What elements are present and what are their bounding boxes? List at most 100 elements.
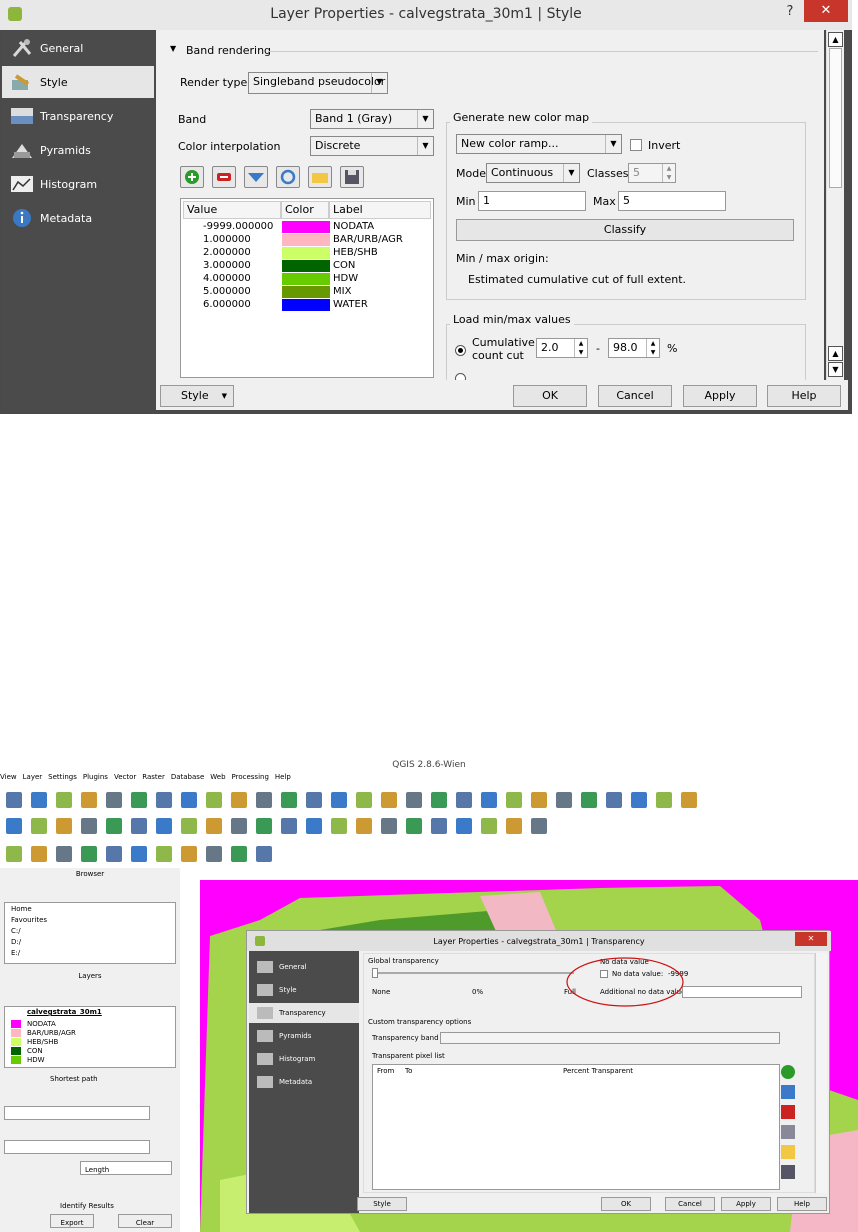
remove-value-icon[interactable] — [781, 1105, 795, 1119]
toolbar-tool-icon[interactable] — [581, 792, 597, 808]
browser-item[interactable]: E:/ — [11, 949, 20, 957]
toolbar-tool-icon[interactable] — [131, 818, 147, 834]
toolbar-tool-icon[interactable] — [506, 792, 522, 808]
cumulative-radio[interactable] — [455, 345, 466, 356]
toolbar-tool-icon[interactable] — [81, 792, 97, 808]
table-row[interactable]: 5.000000 MIX — [181, 286, 433, 299]
column-header-color[interactable]: Color — [281, 201, 329, 219]
color-swatch[interactable] — [282, 286, 330, 298]
column-header-label[interactable]: Label — [329, 201, 431, 219]
dialog-scrollbar[interactable] — [815, 953, 827, 1193]
toolbar-tool-icon[interactable] — [106, 818, 122, 834]
toolbar-tool-icon[interactable] — [556, 792, 572, 808]
add-entry-button[interactable] — [180, 166, 204, 188]
toolbar-tool-icon[interactable] — [506, 818, 522, 834]
menu-vector[interactable]: Vector — [114, 773, 136, 781]
layers-tree[interactable]: calvegstrata_30m1 NODATA BAR/URB/AGR HEB/S… — [4, 1006, 176, 1068]
sidebar-item-style[interactable]: Style — [2, 66, 154, 98]
additional-nodata-input[interactable] — [682, 986, 802, 998]
criterion-select[interactable]: Length — [80, 1161, 172, 1175]
stop-point-input[interactable] — [4, 1140, 150, 1154]
sidebar-item-pyramids[interactable]: Pyramids — [2, 134, 154, 166]
toolbar-tool-icon[interactable] — [356, 818, 372, 834]
toolbar-tool-icon[interactable] — [31, 846, 47, 862]
toolbar-tool-icon[interactable] — [231, 792, 247, 808]
ok-button[interactable]: OK — [601, 1197, 651, 1211]
table-row[interactable]: -9999.000000 NODATA — [181, 221, 433, 234]
start-point-input[interactable] — [4, 1106, 150, 1120]
scroll-up-icon[interactable]: ▲ — [828, 32, 843, 47]
toolbar-tool-icon[interactable] — [106, 792, 122, 808]
toolbar-tool-icon[interactable] — [481, 818, 497, 834]
toolbar-tool-icon[interactable] — [81, 818, 97, 834]
toolbar-tool-icon[interactable] — [456, 818, 472, 834]
slider-handle[interactable] — [372, 968, 378, 978]
help-button[interactable]: Help — [777, 1197, 827, 1211]
toolbar-tool-icon[interactable] — [606, 792, 622, 808]
cumulative-high-spinbox[interactable]: 98.0 ▲ ▼ — [608, 338, 660, 358]
toolbar-tool-icon[interactable] — [156, 818, 172, 834]
sidebar-item-metadata[interactable]: Metadata — [2, 202, 154, 234]
color-swatch[interactable] — [282, 221, 330, 233]
render-type-select[interactable]: Singleband pseudocolor ▼ — [248, 72, 388, 94]
browser-tree[interactable]: Home Favourites C:/ D:/ E:/ — [4, 902, 176, 964]
spin-arrows-icon[interactable]: ▲ ▼ — [646, 339, 659, 357]
toolbar-tool-icon[interactable] — [131, 846, 147, 862]
toolbar-tool-icon[interactable] — [281, 792, 297, 808]
pick-value-icon[interactable] — [781, 1085, 795, 1099]
menu-layer[interactable]: Layer — [23, 773, 43, 781]
menu-web[interactable]: Web — [210, 773, 225, 781]
dialog-sidebar-item[interactable]: General — [249, 957, 359, 977]
close-button[interactable]: ✕ — [804, 0, 848, 22]
sidebar-item-general[interactable]: General — [2, 32, 154, 64]
browser-item[interactable]: Favourites — [11, 916, 47, 924]
min-input[interactable]: 1 — [478, 191, 586, 211]
color-swatch[interactable] — [282, 247, 330, 259]
menu-plugins[interactable]: Plugins — [83, 773, 108, 781]
max-input[interactable]: 5 — [618, 191, 726, 211]
table-row[interactable]: 2.000000 HEB/SHB — [181, 247, 433, 260]
interp-select[interactable]: Discrete ▼ — [310, 136, 434, 156]
sidebar-item-transparency[interactable]: Transparency — [2, 100, 154, 132]
export-button[interactable]: Export — [50, 1214, 94, 1228]
toolbar-tool-icon[interactable] — [306, 792, 322, 808]
style-button[interactable]: Style — [357, 1197, 407, 1211]
toolbar-tool-icon[interactable] — [56, 818, 72, 834]
toolbar-tool-icon[interactable] — [6, 846, 22, 862]
toolbar-tool-icon[interactable] — [431, 818, 447, 834]
cancel-button[interactable]: Cancel — [665, 1197, 715, 1211]
browser-item[interactable]: D:/ — [11, 938, 21, 946]
classify-button[interactable]: Classify — [456, 219, 794, 241]
toolbar-tool-icon[interactable] — [481, 792, 497, 808]
menu-database[interactable]: Database — [171, 773, 204, 781]
classes-spinbox[interactable]: 5 ▲ ▼ — [628, 163, 676, 183]
toolbar-tool-icon[interactable] — [106, 846, 122, 862]
column-header-percent[interactable]: Percent Transparent — [563, 1067, 633, 1075]
toolbar-tool-icon[interactable] — [656, 792, 672, 808]
toolbar-tool-icon[interactable] — [156, 792, 172, 808]
transparency-band-select[interactable] — [440, 1032, 780, 1044]
menu-settings[interactable]: Settings — [48, 773, 77, 781]
clear-button[interactable]: Clear — [118, 1214, 172, 1228]
toolbar-tool-icon[interactable] — [6, 818, 22, 834]
toolbar-tool-icon[interactable] — [331, 792, 347, 808]
dialog-sidebar-item[interactable]: Transparency — [249, 1003, 359, 1023]
export-file-button[interactable] — [340, 166, 364, 188]
save-icon[interactable] — [781, 1165, 795, 1179]
toolbar-tool-icon[interactable] — [56, 846, 72, 862]
toolbar-tool-icon[interactable] — [381, 792, 397, 808]
table-row[interactable]: 6.000000 WATER — [181, 299, 433, 312]
menu-help[interactable]: Help — [275, 773, 291, 781]
dialog-sidebar-item[interactable]: Histogram — [249, 1049, 359, 1069]
browser-item[interactable]: Home — [11, 905, 32, 913]
column-header-from[interactable]: From — [377, 1067, 394, 1075]
toolbar-tool-icon[interactable] — [206, 792, 222, 808]
layer-name[interactable]: calvegstrata_30m1 — [27, 1008, 102, 1016]
help-title-button[interactable]: ? — [778, 2, 802, 22]
color-ramp-select[interactable]: New color ramp... ▼ — [456, 134, 622, 154]
default-values-icon[interactable] — [781, 1125, 795, 1139]
toolbar-tool-icon[interactable] — [356, 792, 372, 808]
column-header-to[interactable]: To — [405, 1067, 412, 1075]
sidebar-item-histogram[interactable]: Histogram — [2, 168, 154, 200]
toolbar-tool-icon[interactable] — [331, 818, 347, 834]
